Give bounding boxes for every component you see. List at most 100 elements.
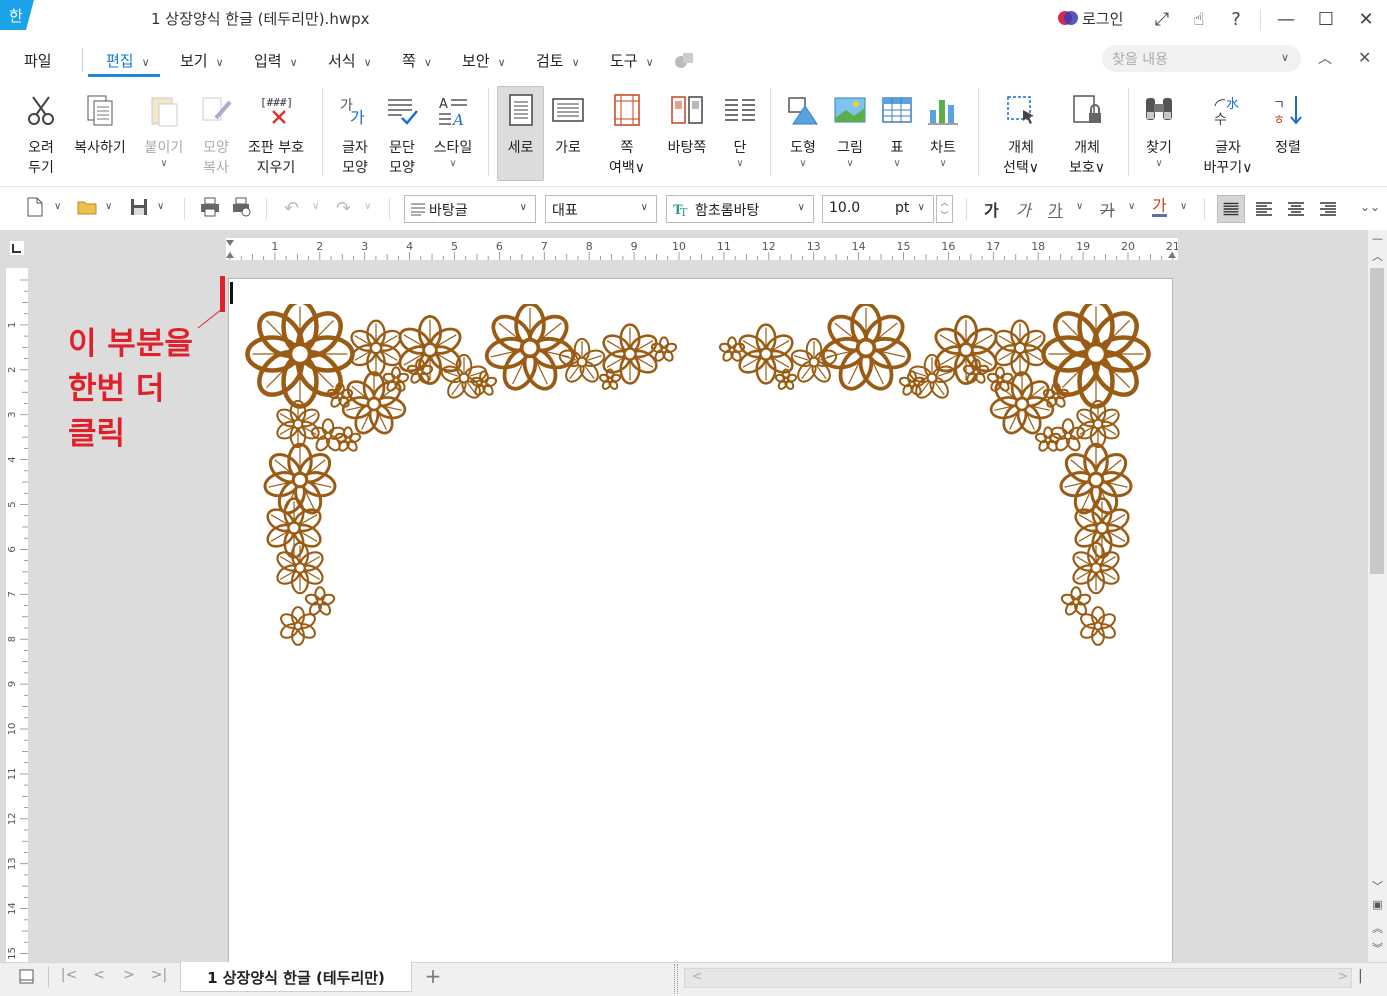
ruler-corner-icon[interactable] xyxy=(9,240,25,256)
chevron-down-icon[interactable]: ∨ xyxy=(105,201,112,212)
style-select[interactable]: 바탕글 ∨ xyxy=(404,195,536,223)
scroll-up-icon[interactable]: ︿ xyxy=(1368,248,1387,266)
scrollbar-thumb[interactable] xyxy=(1370,268,1384,574)
menu-security[interactable]: 보안 ∨ xyxy=(462,50,506,71)
strikethrough-button[interactable]: 가 xyxy=(1100,197,1115,221)
font-select[interactable]: TT 함초롬바탕 ∨ xyxy=(666,195,814,223)
redo-icon[interactable]: ↷ xyxy=(336,198,351,219)
portrait-button[interactable]: 세로 xyxy=(498,88,543,180)
first-sheet-icon[interactable]: |< xyxy=(58,967,80,987)
select-object-button[interactable]: 개체 선택∨ xyxy=(996,88,1046,180)
chevron-down-icon[interactable]: ∨ xyxy=(1281,51,1289,64)
shapes-icon[interactable] xyxy=(673,50,695,70)
find-button[interactable]: 찾기 ∨ xyxy=(1140,88,1178,180)
open-folder-icon[interactable] xyxy=(76,196,98,218)
clear-layout-button[interactable]: [###] 조판 부호 지우기 xyxy=(245,88,307,180)
char-shape-button[interactable]: 가가 글자 모양 xyxy=(335,88,375,180)
copy-button[interactable]: 복사하기 xyxy=(70,88,130,180)
search-input[interactable]: 찾을 내용 xyxy=(1102,45,1301,72)
master-page-button[interactable]: 바탕쪽 xyxy=(662,88,712,180)
change-char-button[interactable]: 水수 글자 바꾸기∨ xyxy=(1200,88,1256,180)
font-size-field[interactable]: 10.0 pt ∨ xyxy=(822,195,934,223)
chevron-down-icon: ∨ xyxy=(571,56,580,69)
floral-border-top-left[interactable] xyxy=(244,304,684,654)
menu-view[interactable]: 보기 ∨ xyxy=(180,50,224,71)
align-center-icon[interactable] xyxy=(1282,195,1310,223)
expand-icon[interactable]: ⤢ xyxy=(1148,6,1176,32)
previous-page-icon[interactable]: ︽ xyxy=(1368,920,1387,938)
print-icon[interactable] xyxy=(199,196,221,218)
format-copy-button[interactable]: 모양 복사 xyxy=(196,88,236,180)
align-justify-icon[interactable] xyxy=(1217,195,1245,223)
previous-sheet-icon[interactable]: < xyxy=(88,967,110,987)
sheet-view-icon[interactable] xyxy=(18,968,36,986)
menu-page[interactable]: 쪽 ∨ xyxy=(402,50,432,71)
minimize-icon[interactable]: — xyxy=(1272,6,1300,32)
page-margin-button[interactable]: 쪽 여백∨ xyxy=(604,88,650,180)
next-sheet-icon[interactable]: > xyxy=(118,967,140,987)
undo-icon[interactable]: ↶ xyxy=(284,198,299,219)
cut-button[interactable]: 오려 두기 xyxy=(20,88,62,180)
print-preview-icon[interactable] xyxy=(231,196,253,218)
account-icon[interactable] xyxy=(1057,9,1079,27)
underline-button[interactable]: 가 xyxy=(1048,197,1063,221)
shape-button[interactable]: 도형 ∨ xyxy=(782,88,824,180)
scroll-left-icon[interactable]: < xyxy=(686,969,708,989)
help-icon[interactable]: ? xyxy=(1222,6,1250,32)
add-sheet-button[interactable]: + xyxy=(422,964,444,988)
menu-edit[interactable]: 편집 ∨ xyxy=(106,50,150,71)
table-button[interactable]: 표 ∨ xyxy=(877,88,917,180)
chevron-down-icon[interactable]: ∨ xyxy=(157,201,164,212)
login-button[interactable]: 로그인 xyxy=(1082,8,1123,29)
scroll-down-icon[interactable]: ﹀ xyxy=(1368,878,1387,896)
hwp-logo-icon[interactable]: 한 xyxy=(0,0,34,30)
align-right-icon[interactable] xyxy=(1314,195,1342,223)
paste-button[interactable]: 붙이기 ∨ xyxy=(141,88,187,180)
collapse-ribbon-icon[interactable]: ︿ xyxy=(1318,48,1332,68)
next-page-icon[interactable]: ︾ xyxy=(1368,940,1387,958)
floral-border-top-right[interactable] xyxy=(712,304,1152,654)
menu-format[interactable]: 서식 ∨ xyxy=(328,50,372,71)
close-icon[interactable]: ✕ xyxy=(1352,6,1380,32)
horizontal-scrollbar[interactable] xyxy=(684,968,1352,988)
scroll-end-icon[interactable]: | xyxy=(1358,968,1363,984)
language-select[interactable]: 대표 ∨ xyxy=(545,195,657,223)
new-document-icon[interactable] xyxy=(24,196,46,218)
touch-icon[interactable]: ☝ xyxy=(1185,6,1213,32)
chevron-down-icon[interactable]: ∨ xyxy=(1180,201,1187,212)
scroll-right-icon[interactable]: > xyxy=(1332,969,1354,989)
chevron-down-icon[interactable]: ∨ xyxy=(1076,201,1083,212)
sort-button[interactable]: ㄱㅎ 정렬 xyxy=(1266,88,1310,180)
sort-label: 정렬 xyxy=(1275,140,1301,156)
chevron-down-icon[interactable]: ∨ xyxy=(1128,201,1135,212)
maximize-icon[interactable]: ☐ xyxy=(1312,6,1340,32)
landscape-button[interactable]: 가로 xyxy=(546,88,590,180)
sheet-tab-active[interactable]: 1 상장양식 한글 (테두리만) xyxy=(180,962,412,992)
vertical-ruler[interactable]: 123456789101112131415 xyxy=(6,268,28,962)
close-ribbon-icon[interactable]: ✕ xyxy=(1358,48,1371,67)
protect-object-button[interactable]: 개체 보호∨ xyxy=(1062,88,1112,180)
chevron-down-icon[interactable]: ∨ xyxy=(54,201,61,212)
chart-button[interactable]: 차트 ∨ xyxy=(922,88,964,180)
save-icon[interactable] xyxy=(128,196,150,218)
columns-button[interactable]: 단 ∨ xyxy=(720,88,760,180)
italic-button[interactable]: 가 xyxy=(1016,197,1031,221)
style-button[interactable]: AA 스타일 ∨ xyxy=(429,88,477,180)
picture-button[interactable]: 그림 ∨ xyxy=(830,88,870,180)
para-shape-button[interactable]: 문단 모양 xyxy=(381,88,423,180)
menu-input[interactable]: 입력 ∨ xyxy=(254,50,298,71)
more-tools-icon[interactable]: ⌄⌄ xyxy=(1360,200,1380,214)
chevron-down-icon[interactable]: ∨ xyxy=(364,201,371,212)
align-left-icon[interactable] xyxy=(1250,195,1278,223)
menu-file[interactable]: 파일 xyxy=(24,50,52,71)
last-sheet-icon[interactable]: >| xyxy=(148,967,170,987)
splitter-handle[interactable] xyxy=(674,964,678,994)
page-view-icon[interactable]: ▣ xyxy=(1368,898,1387,916)
menu-review[interactable]: 검토 ∨ xyxy=(536,50,580,71)
chevron-down-icon[interactable]: ∨ xyxy=(312,201,319,212)
menu-tools[interactable]: 도구 ∨ xyxy=(610,50,654,71)
bold-button[interactable]: 가 xyxy=(984,197,999,221)
horizontal-ruler[interactable]: 1 2 3 4 5 6 7 8 9 10 11 12 13 14 15 16 17 18 19 20 21 xyxy=(226,238,1178,260)
font-size-stepper[interactable]: ︿ ﹀ xyxy=(936,195,953,223)
font-color-button[interactable]: 가 xyxy=(1152,197,1167,217)
